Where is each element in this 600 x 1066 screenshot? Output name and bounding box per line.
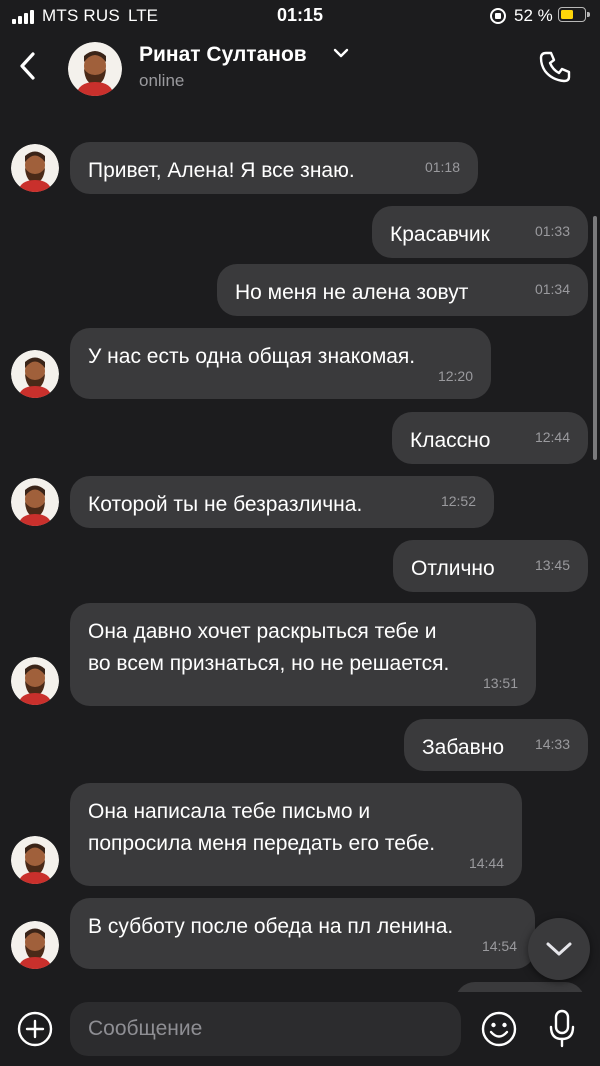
call-button[interactable] — [536, 48, 574, 86]
back-button[interactable] — [14, 48, 44, 84]
incoming-message-bubble[interactable]: Она написала тебе письмо и попросила меня… — [70, 783, 522, 886]
contact-avatar[interactable] — [11, 478, 59, 526]
message-text: Красавчик — [390, 223, 490, 246]
microphone-icon — [549, 1009, 575, 1048]
add-attachment-button[interactable] — [16, 1010, 54, 1048]
message-timestamp: 12:44 — [534, 429, 570, 445]
message-timestamp: 01:34 — [534, 281, 570, 297]
scrollbar[interactable] — [593, 216, 597, 460]
message-text: Классно — [410, 429, 491, 452]
plus-icon — [25, 1019, 45, 1039]
message-text-line: попросила меня передать его тебе. — [88, 832, 436, 855]
status-time: 01:15 — [276, 5, 324, 25]
message-text: Но меня не алена зовут — [235, 281, 469, 304]
contact-avatar[interactable] — [11, 836, 59, 884]
contact-avatar[interactable] — [68, 42, 122, 96]
orientation-lock-icon — [490, 8, 506, 24]
message-list[interactable]: Привет, Алена! Я все знаю. 01:18 Красавчик… — [0, 104, 600, 992]
chevron-left-icon — [20, 52, 35, 80]
message-text: В субботу после обеда на пл ленина. — [88, 915, 454, 938]
contact-avatar[interactable] — [11, 144, 59, 192]
message-timestamp: 13:45 — [534, 557, 570, 573]
phone-icon — [539, 51, 571, 83]
message-input[interactable] — [70, 1002, 461, 1056]
battery-icon — [558, 7, 590, 22]
message-text-line: Она написала тебе письмо и — [88, 800, 371, 823]
message-text-line: Она давно хочет раскрыться тебе и — [88, 620, 437, 643]
message-timestamp: 12:52 — [440, 493, 476, 509]
outgoing-message-bubble[interactable]: Забавно 14:33 — [404, 719, 588, 771]
incoming-message-bubble[interactable]: У нас есть одна общая знакомая. 12:20 — [70, 328, 491, 399]
contact-avatar[interactable] — [11, 657, 59, 705]
scroll-down-button[interactable] — [528, 918, 590, 980]
outgoing-message-bubble[interactable]: Но меня не алена зовут 01:34 — [217, 264, 588, 316]
message-timestamp: 13:51 — [482, 675, 518, 691]
message-timestamp: 01:18 — [424, 159, 460, 175]
contact-avatar[interactable] — [11, 921, 59, 969]
contact-name[interactable]: Ринат Султанов — [139, 43, 307, 67]
message-timestamp: 14:44 — [468, 855, 504, 871]
message-timestamp: 01:33 — [534, 223, 570, 239]
message-text: У нас есть одна общая знакомая. — [88, 345, 416, 368]
message-text: Которой ты не безразлична. — [88, 493, 363, 516]
outgoing-message-bubble[interactable]: Красавчик 01:33 — [372, 206, 588, 258]
message-text-line: во всем признаться, но не решается. — [88, 652, 450, 675]
contact-avatar[interactable] — [11, 350, 59, 398]
emoji-button[interactable] — [480, 1010, 518, 1048]
chevron-down-icon — [546, 942, 572, 956]
chat-header: Ринат Султанов online — [0, 34, 600, 104]
message-timestamp: 14:33 — [534, 736, 570, 752]
microphone-button[interactable] — [546, 1008, 578, 1050]
battery-percent: 52 % — [514, 6, 553, 25]
incoming-message-bubble[interactable]: Которой ты не безразлична. 12:52 — [70, 476, 494, 528]
incoming-message-bubble[interactable]: В субботу после обеда на пл ленина. 14:54 — [70, 898, 535, 969]
chevron-down-icon[interactable] — [332, 46, 350, 60]
message-text: Забавно — [422, 736, 505, 759]
message-timestamp: 12:20 — [437, 368, 473, 384]
message-text: Привет, Алена! Я все знаю. — [88, 159, 355, 182]
status-bar: MTS RUS LTE 01:15 52 % — [0, 0, 600, 34]
outgoing-message-bubble[interactable]: Отлично 13:45 — [393, 540, 588, 592]
smiley-icon — [481, 1011, 517, 1047]
outgoing-message-bubble[interactable]: Классно 12:44 — [392, 412, 588, 464]
incoming-message-bubble[interactable]: Привет, Алена! Я все знаю. 01:18 — [70, 142, 478, 194]
message-timestamp: 14:54 — [481, 938, 517, 954]
composer — [0, 992, 600, 1066]
incoming-message-bubble[interactable]: Она давно хочет раскрыться тебе и во всем… — [70, 603, 536, 706]
contact-status: online — [139, 71, 185, 90]
message-text: Отлично — [411, 557, 495, 580]
